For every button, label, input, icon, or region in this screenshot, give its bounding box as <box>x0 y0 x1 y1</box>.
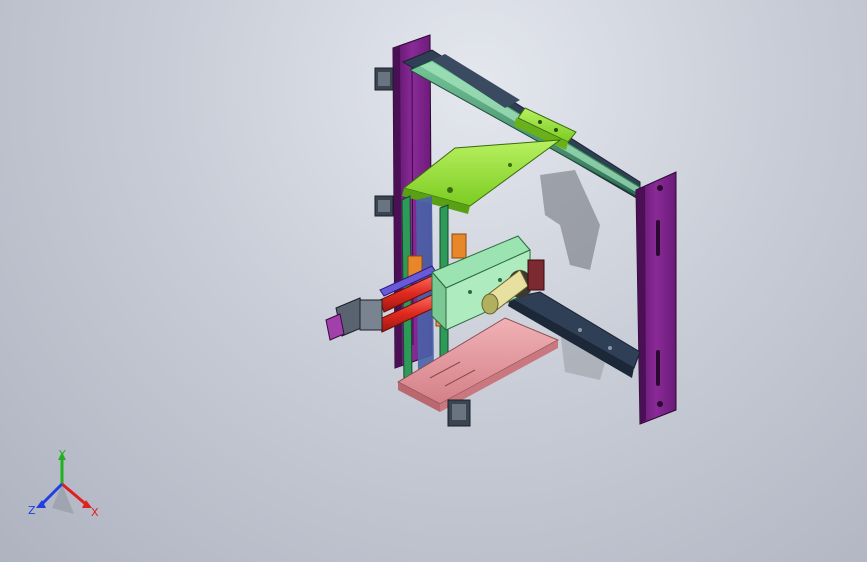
x-axis-label: X <box>91 506 99 519</box>
z-axis-label: Z <box>28 504 36 517</box>
left-stepper-motor-mid[interactable] <box>374 195 394 217</box>
y-axis-label: Y <box>58 448 66 461</box>
right-frame-column[interactable] <box>635 171 677 425</box>
side-stepper-motor[interactable] <box>325 297 383 341</box>
left-stepper-motor-top[interactable] <box>374 67 394 91</box>
bottom-stepper-motor[interactable] <box>447 399 471 427</box>
coordinate-triad: Y X Z <box>28 448 99 519</box>
cad-model-viewport[interactable]: Y X Z <box>0 0 867 562</box>
